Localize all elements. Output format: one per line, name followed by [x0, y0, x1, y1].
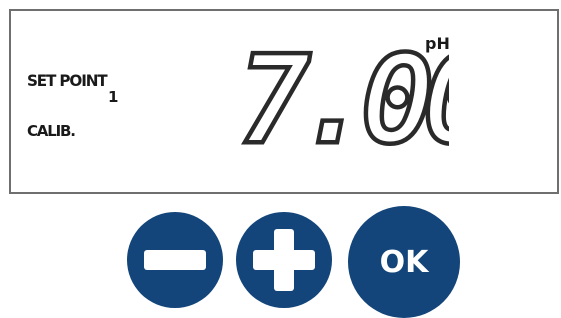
minus-icon	[144, 250, 206, 270]
ok-button[interactable]: OK	[348, 206, 460, 318]
plus-icon	[253, 229, 315, 291]
setpoint-mode-label: SET POINT	[27, 71, 108, 90]
ph-value-readout: 7.00	[239, 39, 449, 149]
decrease-button[interactable]	[127, 212, 223, 308]
calibration-label: CALIB.	[27, 122, 76, 140]
lcd-display-panel: SET POINT 1 CALIB. 7.00 pH	[9, 9, 559, 194]
ph-value-text: 7.00	[239, 39, 449, 149]
increase-button[interactable]	[236, 212, 332, 308]
ok-button-label: OK	[379, 244, 429, 280]
setpoint-index: 1	[108, 88, 119, 106]
unit-label: pH	[425, 34, 450, 53]
